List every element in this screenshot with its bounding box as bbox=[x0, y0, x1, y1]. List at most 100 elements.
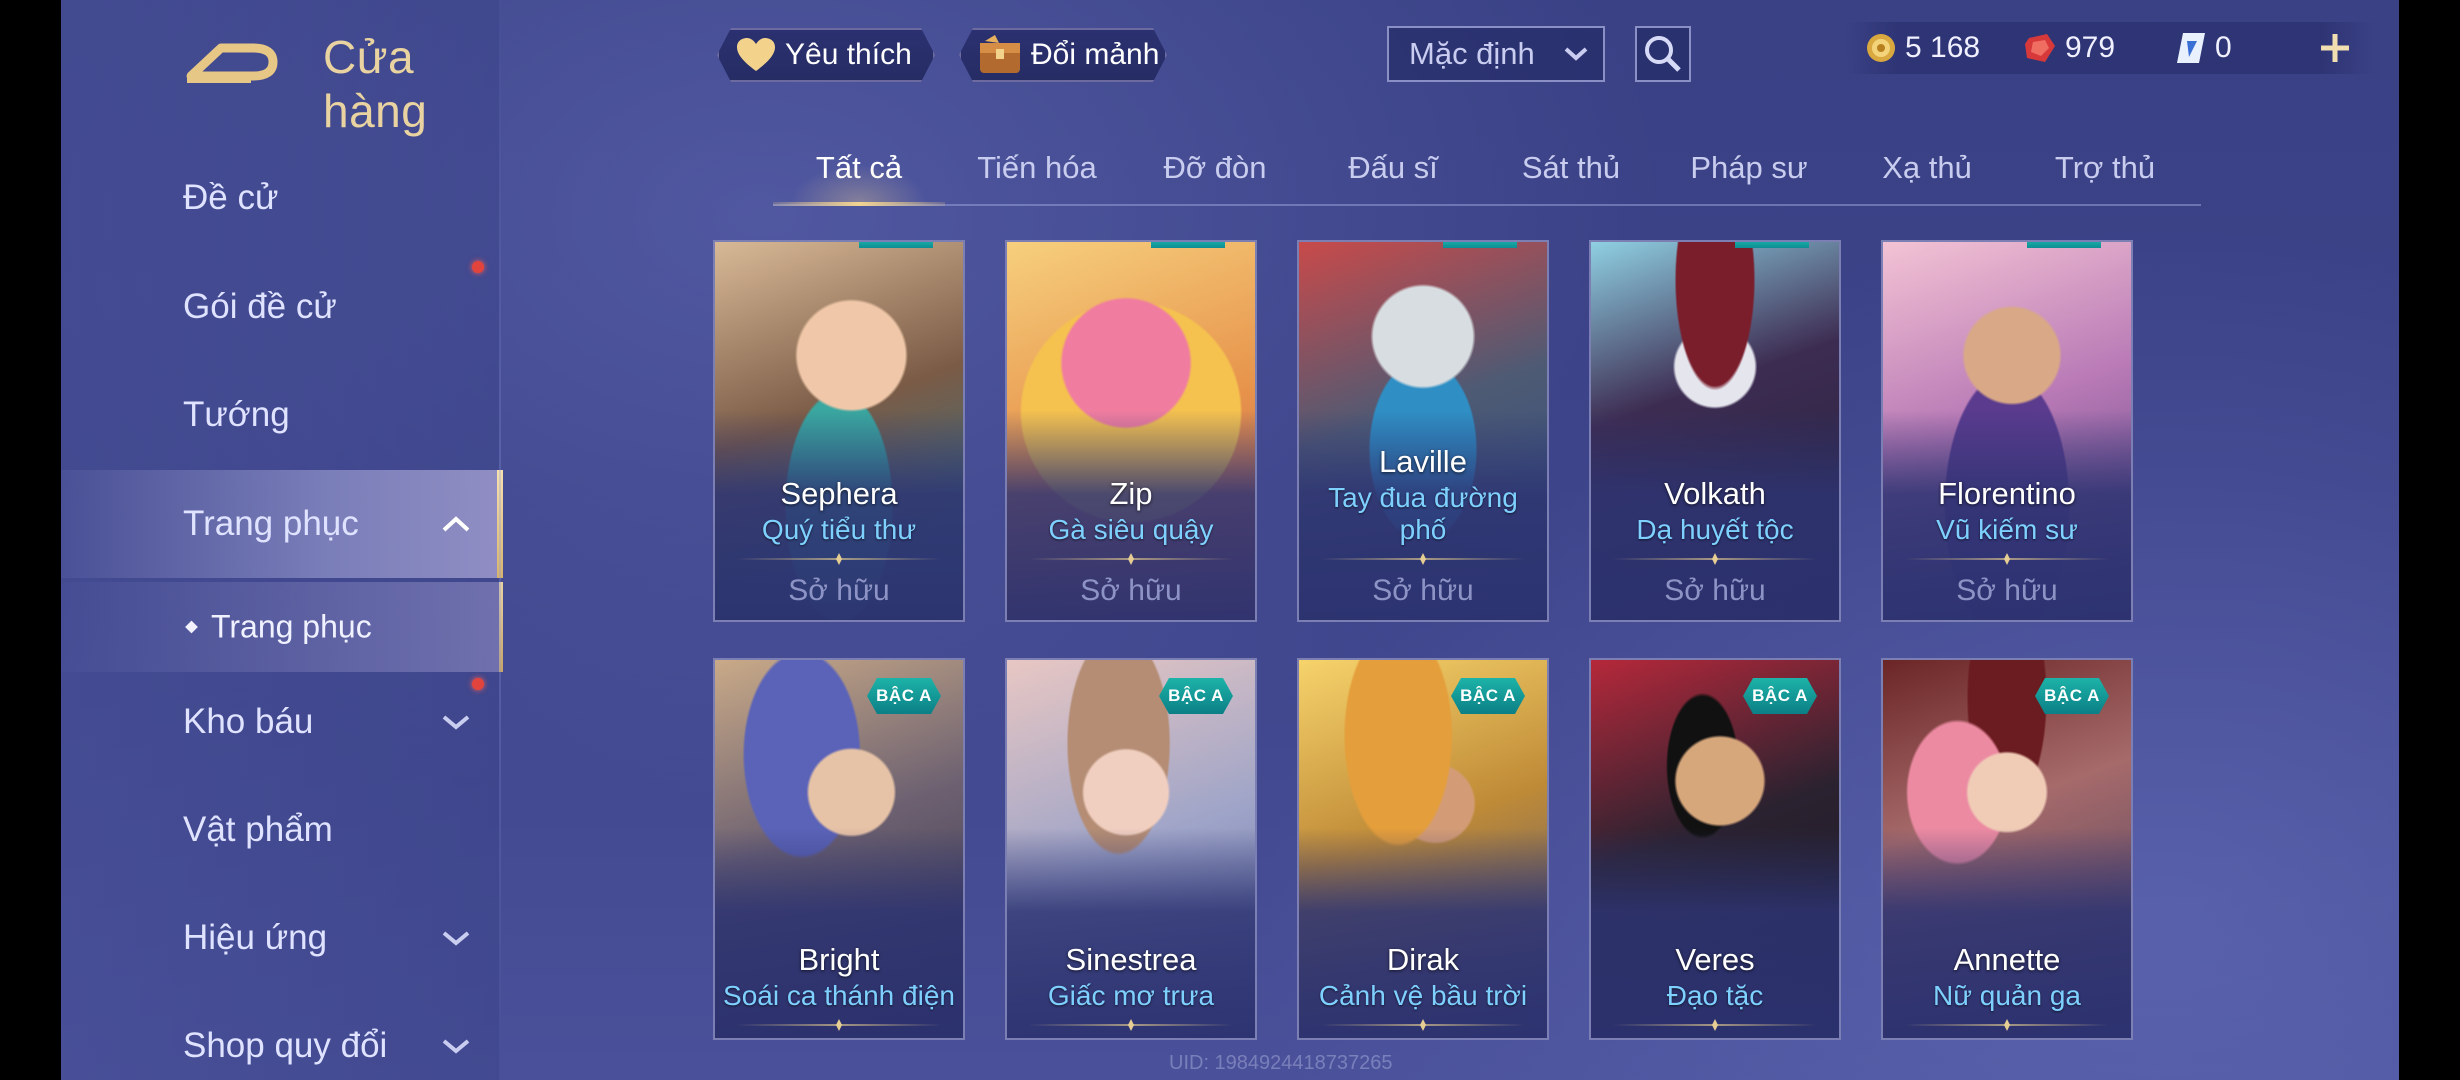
sidebar-item-label: Tướng bbox=[183, 395, 290, 434]
hero-name: Dirak bbox=[1386, 942, 1460, 977]
sidebar-subitem-skins[interactable]: Trang phục bbox=[61, 582, 503, 672]
red-gem-icon bbox=[2025, 34, 2055, 62]
skin-card[interactable]: BẬC A Veres Đạo tặc bbox=[1589, 658, 1841, 1040]
skin-card[interactable]: BẬC A Bright Soái ca thánh điện bbox=[713, 658, 965, 1040]
skin-card[interactable]: Florentino Vũ kiếm sư Sở hữu bbox=[1881, 240, 2133, 622]
chevron-up-icon bbox=[442, 516, 470, 532]
card-divider bbox=[1613, 553, 1817, 565]
hero-name: Florentino bbox=[1938, 476, 2076, 511]
tab-assassin[interactable]: Sát thủ bbox=[1485, 140, 1657, 204]
chevron-down-icon bbox=[1564, 47, 1588, 61]
skin-name: Quý tiểu thư bbox=[761, 514, 917, 545]
add-currency-button[interactable] bbox=[2317, 30, 2353, 66]
sort-value: Mặc định bbox=[1409, 36, 1535, 71]
voucher-value: 0 bbox=[2215, 31, 2232, 64]
notification-dot bbox=[472, 678, 484, 690]
sidebar-item-heroes[interactable]: Tướng bbox=[61, 363, 501, 467]
owned-status: Sở hữu bbox=[1372, 574, 1474, 607]
sidebar-item-label: Gói đề cử bbox=[183, 287, 337, 326]
card-divider bbox=[1029, 553, 1233, 565]
gold-value: 5 168 bbox=[1905, 31, 1981, 64]
rank-badge-stub bbox=[1735, 242, 1809, 248]
rank-badge: BẬC A bbox=[1451, 678, 1525, 714]
favorites-label: Yêu thích bbox=[785, 38, 912, 71]
tab-mage[interactable]: Pháp sư bbox=[1663, 140, 1835, 204]
hero-name: Zip bbox=[1109, 476, 1153, 511]
skin-card[interactable]: Zip Gà siêu quậy Sở hữu bbox=[1005, 240, 1257, 622]
sidebar-item-effects[interactable]: Hiệu ứng bbox=[61, 886, 501, 990]
skin-card[interactable]: Volkath Dạ huyết tộc Sở hữu bbox=[1589, 240, 1841, 622]
owned-status: Sở hữu bbox=[1080, 574, 1182, 607]
sidebar-item-recommended[interactable]: Đề cử bbox=[61, 146, 501, 250]
bullet-diamond-icon bbox=[185, 620, 198, 634]
tab-tank[interactable]: Đỡ đòn bbox=[1129, 140, 1301, 204]
gold-coin-icon bbox=[1867, 34, 1895, 62]
sort-dropdown[interactable]: Mặc định bbox=[1387, 26, 1605, 82]
blue-voucher-icon bbox=[2177, 33, 2205, 63]
card-divider bbox=[737, 553, 941, 565]
tab-label: Xạ thủ bbox=[1882, 150, 1972, 185]
tab-underline bbox=[773, 202, 945, 206]
sidebar-item-exchange-shop[interactable]: Shop quy đổi bbox=[61, 994, 501, 1080]
skin-card[interactable]: BẬC A Sinestrea Giấc mơ trưa bbox=[1005, 658, 1257, 1040]
fragment-chest-icon bbox=[977, 33, 1023, 77]
back-arrow-icon bbox=[186, 43, 278, 83]
card-divider bbox=[1321, 553, 1525, 565]
skin-card[interactable]: Laville Tay đua đường phố Sở hữu bbox=[1297, 240, 1549, 622]
skin-name: Cảnh vệ bầu trời bbox=[1318, 980, 1528, 1011]
gem-value: 979 bbox=[2065, 31, 2116, 64]
page-title: Cửa hàng bbox=[323, 31, 428, 137]
gem-currency: 979 bbox=[2023, 31, 2115, 65]
tab-marksman[interactable]: Xạ thủ bbox=[1841, 140, 2013, 204]
skin-name: Gà siêu quậy bbox=[1048, 514, 1214, 545]
search-button[interactable] bbox=[1635, 26, 1691, 82]
rank-badge: BẬC A bbox=[1743, 678, 1817, 714]
skin-card[interactable]: BẬC A Dirak Cảnh vệ bầu trời bbox=[1297, 658, 1549, 1040]
exchange-fragments-label: Đổi mảnh bbox=[1031, 38, 1160, 71]
skin-name: Giấc mơ trưa bbox=[1047, 980, 1215, 1011]
back-button[interactable] bbox=[181, 30, 281, 90]
tabs-divider bbox=[773, 204, 2201, 206]
rank-badge-stub bbox=[2027, 242, 2101, 248]
tab-label: Sát thủ bbox=[1521, 150, 1621, 185]
sidebar-subitem-label: Trang phục bbox=[211, 608, 372, 645]
skin-name: Dạ huyết tộc bbox=[1636, 514, 1794, 545]
hero-name: Laville bbox=[1379, 444, 1467, 479]
hero-name: Volkath bbox=[1664, 476, 1766, 511]
tab-label: Trợ thủ bbox=[2054, 150, 2156, 185]
hero-name: Veres bbox=[1675, 942, 1755, 977]
tab-fighter[interactable]: Đấu sĩ bbox=[1307, 140, 1479, 204]
category-tabs: Tất cả Tiến hóa Đỡ đòn Đấu sĩ Sát thủ Ph… bbox=[773, 140, 2201, 206]
rank-badge-stub bbox=[1443, 242, 1517, 248]
exchange-fragments-button[interactable]: Đổi mảnh bbox=[959, 28, 1167, 82]
sidebar-item-treasure[interactable]: Kho báu bbox=[61, 670, 501, 774]
sidebar-divider bbox=[499, 0, 501, 1080]
notification-dot bbox=[472, 261, 484, 273]
sidebar-item-label: Trang phục bbox=[183, 504, 359, 543]
currency-bar: 5 168 979 0 bbox=[1845, 22, 2375, 74]
sidebar-item-label: Shop quy đổi bbox=[183, 1026, 388, 1065]
skin-card[interactable]: BẬC A Annette Nữ quản ga bbox=[1881, 658, 2133, 1040]
rank-badge: BẬC A bbox=[867, 678, 941, 714]
sidebar-item-skins[interactable]: Trang phục bbox=[61, 470, 503, 578]
sidebar-item-recommended-bundles[interactable]: Gói đề cử bbox=[61, 255, 501, 359]
rank-badge: BẬC A bbox=[2035, 678, 2109, 714]
card-divider bbox=[1029, 1019, 1233, 1031]
shop-screen: Cửa hàng Đề cử Gói đề cử Tướng Trang phụ… bbox=[61, 0, 2399, 1080]
search-icon bbox=[1645, 36, 1681, 72]
hero-name: Bright bbox=[798, 942, 880, 977]
chevron-down-icon bbox=[442, 715, 470, 730]
tab-label: Pháp sư bbox=[1690, 150, 1808, 185]
tab-support[interactable]: Trợ thủ bbox=[2019, 140, 2191, 204]
skin-name: Đạo tặc bbox=[1666, 980, 1764, 1011]
card-divider bbox=[1905, 1019, 2109, 1031]
skin-card[interactable]: Sephera Quý tiểu thư Sở hữu bbox=[713, 240, 965, 622]
owned-status: Sở hữu bbox=[788, 574, 890, 607]
tab-evolution[interactable]: Tiến hóa bbox=[951, 140, 1123, 204]
tab-label: Đỡ đòn bbox=[1163, 150, 1267, 185]
favorites-button[interactable]: Yêu thích bbox=[717, 28, 935, 82]
voucher-currency: 0 bbox=[2175, 31, 2232, 65]
tab-all[interactable]: Tất cả bbox=[773, 140, 945, 206]
sidebar-item-label: Đề cử bbox=[183, 178, 279, 217]
sidebar-item-items[interactable]: Vật phẩm bbox=[61, 778, 501, 882]
